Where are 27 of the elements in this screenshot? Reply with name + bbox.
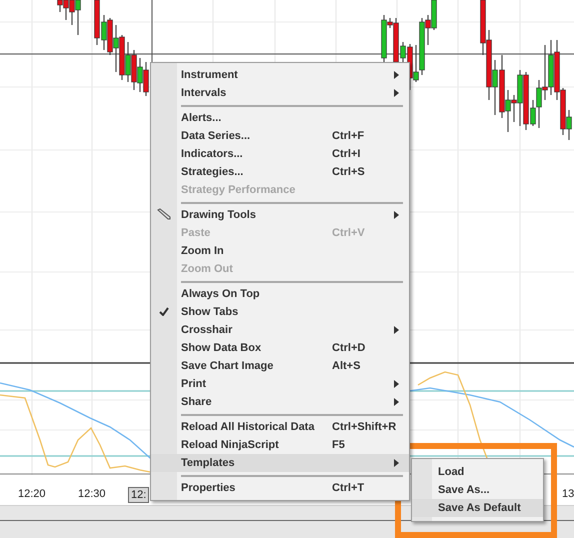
menu-item[interactable]: Share <box>151 393 409 411</box>
time-label: 13 <box>562 487 574 501</box>
menu-item[interactable]: Strategies... Ctrl+S <box>151 163 409 181</box>
menu-item[interactable]: Drawing Tools <box>151 206 409 224</box>
menu-item[interactable]: Alerts... <box>151 109 409 127</box>
menu-item[interactable]: Instrument <box>151 66 409 84</box>
cursor-time-label: 12: <box>128 487 150 503</box>
menu-item[interactable]: Crosshair <box>151 321 409 339</box>
menu-item[interactable]: Save As Default <box>412 499 543 517</box>
menu-item[interactable]: Reload All Historical Data Ctrl+Shift+R <box>151 418 409 436</box>
menu-item[interactable]: Templates <box>151 454 409 472</box>
menu-item[interactable]: Show Tabs <box>151 303 409 321</box>
time-label: 12:20 <box>18 487 46 501</box>
menu-item[interactable]: Save As... <box>412 481 543 499</box>
menu-item[interactable]: Data Series... Ctrl+F <box>151 127 409 145</box>
menu-item[interactable]: Indicators... Ctrl+I <box>151 145 409 163</box>
menu-item[interactable]: Intervals <box>151 84 409 102</box>
menu-item[interactable]: Show Data Box Ctrl+D <box>151 339 409 357</box>
menu-item[interactable]: Print <box>151 375 409 393</box>
pencil-icon <box>157 208 171 220</box>
time-label: 12:30 <box>78 487 106 501</box>
menu-item[interactable]: Reload NinjaScript F5 <box>151 436 409 454</box>
menu-item[interactable]: Save Chart Image Alt+S <box>151 357 409 375</box>
menu-item[interactable]: Load <box>412 463 543 481</box>
menu-item[interactable]: Always On Top <box>151 285 409 303</box>
menu-item[interactable]: Properties Ctrl+T <box>151 479 409 497</box>
menu-item[interactable]: Zoom In <box>151 242 409 260</box>
